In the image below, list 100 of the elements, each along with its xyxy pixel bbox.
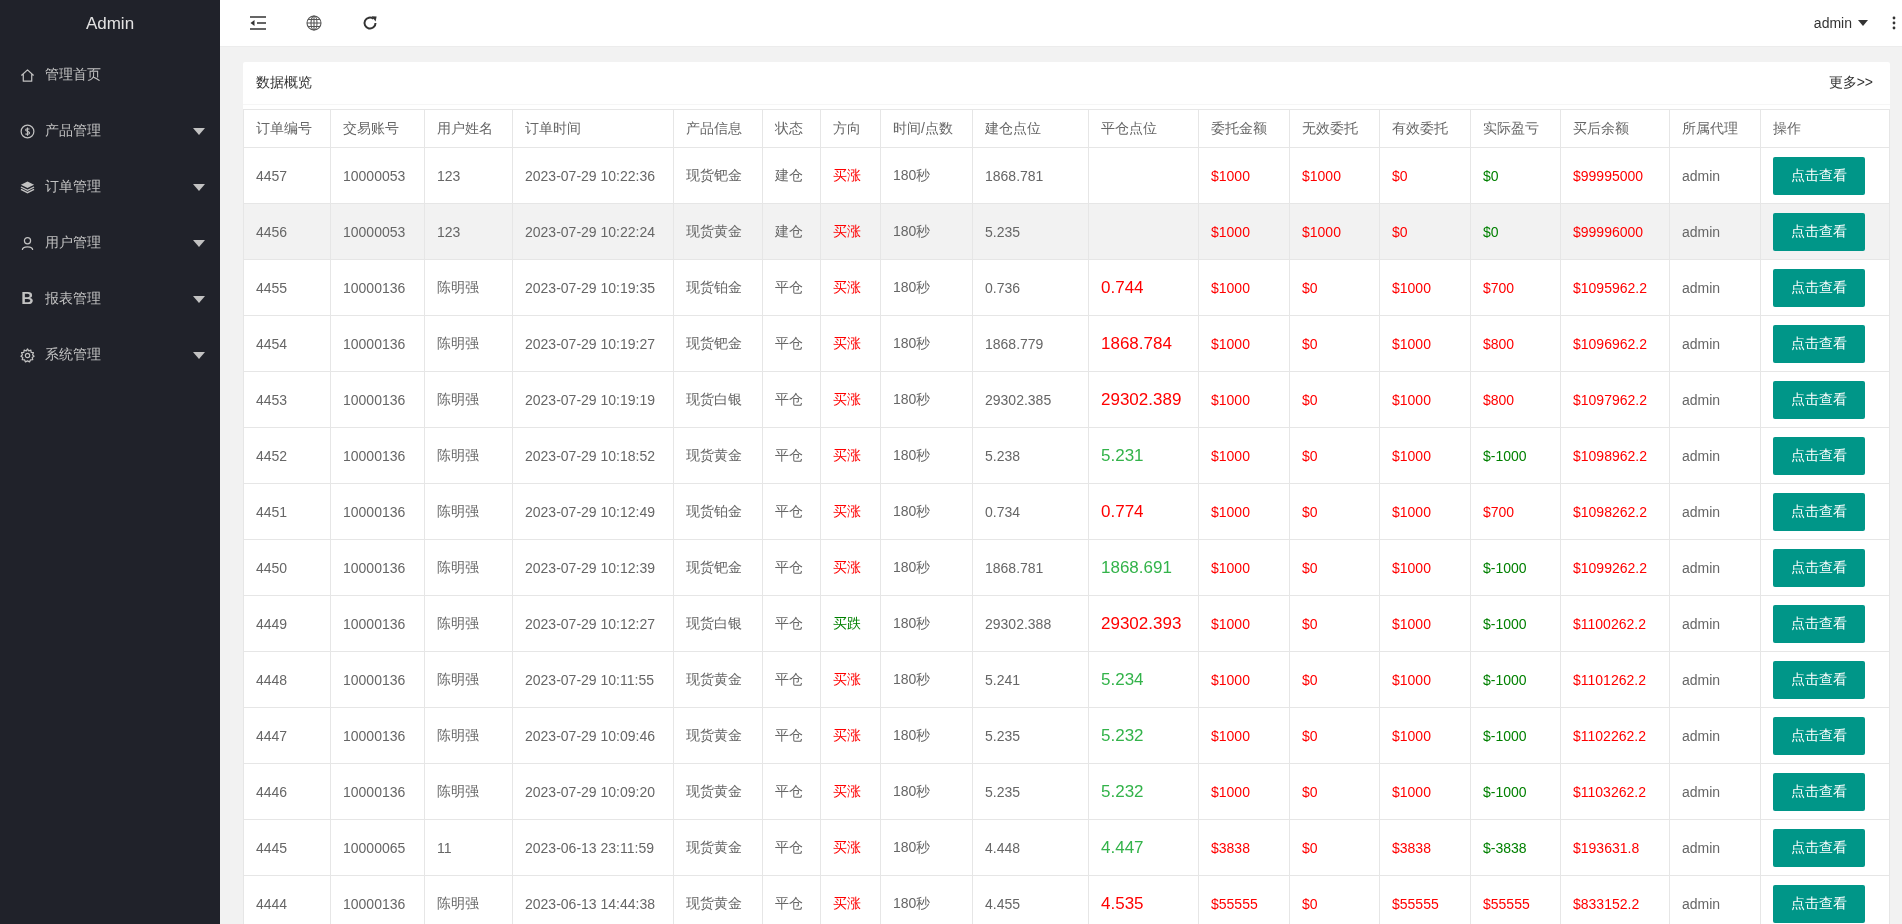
table-cell: $1000: [1198, 707, 1290, 764]
view-button[interactable]: 点击查看: [1773, 772, 1865, 811]
view-button[interactable]: 点击查看: [1773, 884, 1865, 923]
table-cell: $1000: [1379, 707, 1471, 764]
table-cell: $1000: [1198, 483, 1290, 540]
sidebar-item[interactable]: 系统管理: [0, 327, 220, 383]
view-button[interactable]: 点击查看: [1773, 716, 1865, 755]
table-cell: 29302.388: [972, 595, 1089, 652]
menu-icon[interactable]: [250, 16, 266, 30]
table-cell: 平仓: [762, 259, 821, 316]
table-cell: $1102262.2: [1560, 707, 1670, 764]
table-cell: 平仓: [762, 763, 821, 820]
layers-icon: [20, 179, 35, 195]
table-cell: admin: [1669, 595, 1761, 652]
table-cell: 10000136: [330, 259, 425, 316]
column-header: 委托金额: [1198, 109, 1290, 148]
table-cell: $-1000: [1470, 651, 1561, 708]
table-cell: $-1000: [1470, 707, 1561, 764]
table-cell: 2023-07-29 10:18:52: [512, 427, 674, 484]
table-cell: $0: [1289, 539, 1380, 596]
table-cell: 5.231: [1088, 427, 1199, 484]
globe-icon[interactable]: [306, 15, 322, 31]
home-icon: [20, 67, 35, 83]
table-cell: $0: [1289, 595, 1380, 652]
view-button[interactable]: 点击查看: [1773, 492, 1865, 531]
table-cell: admin: [1669, 203, 1761, 260]
table-cell: 买涨: [820, 147, 881, 204]
table-cell: admin: [1669, 147, 1761, 204]
table-cell: 11: [424, 819, 513, 876]
more-link[interactable]: 更多>>: [1828, 74, 1873, 92]
refresh-icon[interactable]: [362, 15, 378, 31]
column-header: 买后余额: [1560, 109, 1670, 148]
view-button[interactable]: 点击查看: [1773, 380, 1865, 419]
table-cell: 10000136: [330, 595, 425, 652]
table-cell: 买涨: [820, 707, 881, 764]
table-cell: 4456: [243, 203, 331, 260]
table-cell: admin: [1669, 371, 1761, 428]
table-cell: 建仓: [762, 203, 821, 260]
table-cell: $1000: [1289, 147, 1380, 204]
table-cell: 4445: [243, 819, 331, 876]
table-cell: 现货黄金: [673, 819, 763, 876]
view-button[interactable]: 点击查看: [1773, 156, 1865, 195]
table-cell: $1096962.2: [1560, 315, 1670, 372]
table-cell: 平仓: [762, 315, 821, 372]
user-menu[interactable]: admin: [1813, 15, 1868, 31]
table-cell: admin: [1669, 819, 1761, 876]
view-button[interactable]: 点击查看: [1773, 436, 1865, 475]
column-header: 产品信息: [673, 109, 763, 148]
table-cell: $700: [1470, 259, 1561, 316]
table-cell: 建仓: [762, 147, 821, 204]
table-cell: $1000: [1379, 371, 1471, 428]
sidebar-item[interactable]: 管理首页: [0, 47, 220, 103]
sidebar-item[interactable]: 订单管理: [0, 159, 220, 215]
table-cell: 5.234: [1088, 651, 1199, 708]
column-header: 订单编号: [243, 109, 331, 148]
table-cell: 123: [424, 147, 513, 204]
brand-title: Admin: [85, 13, 135, 34]
table-cell: admin: [1669, 651, 1761, 708]
table-cell: 180秒: [880, 315, 973, 372]
table-cell: 买涨: [820, 483, 881, 540]
table-cell: 4453: [243, 371, 331, 428]
table-cell: 买涨: [820, 315, 881, 372]
table-cell: 180秒: [880, 763, 973, 820]
table-cell: $1000: [1198, 595, 1290, 652]
table-cell: admin: [1669, 259, 1761, 316]
table-cell: 4457: [243, 147, 331, 204]
table-cell: $1000: [1198, 203, 1290, 260]
table-cell: $800: [1470, 371, 1561, 428]
table-cell: $1000: [1198, 427, 1290, 484]
table-cell: 平仓: [762, 539, 821, 596]
table-cell: $0: [1289, 315, 1380, 372]
column-header: 交易账号: [330, 109, 425, 148]
view-button[interactable]: 点击查看: [1773, 660, 1865, 699]
column-header: 无效委托: [1289, 109, 1380, 148]
table-cell: 陈明强: [424, 371, 513, 428]
table-cell: 10000136: [330, 539, 425, 596]
view-button[interactable]: 点击查看: [1773, 268, 1865, 307]
table-cell: 180秒: [880, 595, 973, 652]
table-cell: 2023-07-29 10:22:24: [512, 203, 674, 260]
table-cell: 29302.389: [1088, 371, 1199, 428]
table-cell: 0.744: [1088, 259, 1199, 316]
view-button[interactable]: 点击查看: [1773, 828, 1865, 867]
table-cell: 2023-06-13 23:11:59: [512, 819, 674, 876]
view-button[interactable]: 点击查看: [1773, 604, 1865, 643]
table-cell: 4449: [243, 595, 331, 652]
sidebar-item[interactable]: 用户管理: [0, 215, 220, 271]
table-cell: 现货黄金: [673, 203, 763, 260]
sidebar-item[interactable]: 产品管理: [0, 103, 220, 159]
more-icon[interactable]: [1892, 16, 1896, 30]
view-button[interactable]: 点击查看: [1773, 324, 1865, 363]
view-button[interactable]: 点击查看: [1773, 212, 1865, 251]
table-cell: 现货钯金: [673, 539, 763, 596]
table-cell: 4446: [243, 763, 331, 820]
table-cell: 2023-07-29 10:19:27: [512, 315, 674, 372]
table-cell: $-1000: [1470, 763, 1561, 820]
table-cell: $1103262.2: [1560, 763, 1670, 820]
table-cell: 1868.691: [1088, 539, 1199, 596]
sidebar-item[interactable]: B 报表管理: [0, 271, 220, 327]
view-button[interactable]: 点击查看: [1773, 548, 1865, 587]
table-cell: $99995000: [1560, 147, 1670, 204]
